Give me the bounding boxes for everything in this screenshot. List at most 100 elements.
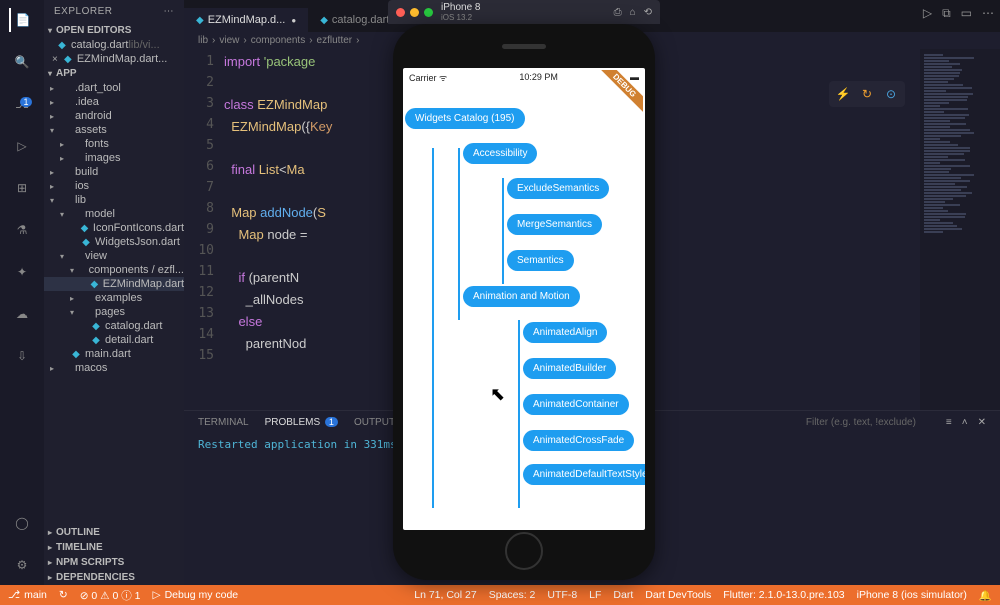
- tree-item[interactable]: ◆EZMindMap.dart: [44, 277, 184, 291]
- chevron-up-icon[interactable]: ˄: [962, 417, 968, 428]
- open-editors-section[interactable]: OPEN EDITORS: [44, 23, 184, 38]
- ios-status-bar: Carrier ᯤ 10:29 PM ▬: [403, 68, 645, 86]
- tree-item[interactable]: ▾lib: [44, 193, 184, 207]
- split-icon[interactable]: ⧉: [942, 6, 951, 21]
- tree-item[interactable]: ▸macos: [44, 361, 184, 375]
- devtools[interactable]: Dart DevTools: [645, 589, 711, 602]
- mindmap-node[interactable]: AnimatedAlign: [523, 322, 607, 343]
- panel-settings-icon[interactable]: ≡: [946, 417, 952, 428]
- tree-item[interactable]: ▸images: [44, 151, 184, 165]
- open-editor-item[interactable]: ×◆EZMindMap.dart...: [44, 52, 184, 66]
- mindmap-node[interactable]: AnimatedCrossFade: [523, 430, 634, 451]
- more-icon[interactable]: ⋯: [982, 6, 994, 21]
- test-icon[interactable]: ⚗: [10, 218, 34, 242]
- tree-item[interactable]: ◆main.dart: [44, 347, 184, 361]
- flutter-icon[interactable]: ✦: [10, 260, 34, 284]
- account-icon[interactable]: ◯: [10, 511, 34, 535]
- sim-subtitle: iOS 13.2: [441, 13, 606, 22]
- outline-section[interactable]: OUTLINE: [44, 525, 184, 540]
- tab-problems[interactable]: PROBLEMS 1: [265, 415, 338, 430]
- mindmap-node[interactable]: AnimatedContainer: [523, 394, 629, 415]
- speaker: [502, 44, 546, 49]
- minimap[interactable]: [920, 49, 1000, 410]
- debug-target[interactable]: ▷ Debug my code: [153, 589, 239, 601]
- mindmap-view[interactable]: Widgets Catalog (195) Accessibility Exclud…: [403, 86, 645, 530]
- mindmap-node[interactable]: Widgets Catalog (195): [405, 108, 525, 129]
- phone-frame: Carrier ᯤ 10:29 PM ▬ Widgets Catalog (19…: [393, 24, 655, 580]
- mindmap-node[interactable]: Animation and Motion: [463, 286, 580, 307]
- device[interactable]: iPhone 8 (ios simulator): [857, 589, 967, 602]
- sidebar: EXPLORER ⋯ OPEN EDITORS ◆catalog.dart li…: [44, 0, 184, 585]
- home-icon[interactable]: ⌂: [630, 7, 636, 18]
- tab-terminal[interactable]: TERMINAL: [198, 415, 249, 430]
- mindmap-node[interactable]: ExcludeSemantics: [507, 178, 609, 199]
- hot-reload-icon[interactable]: ⚡: [832, 84, 854, 104]
- settings-icon[interactable]: ⚙: [10, 553, 34, 577]
- sim-title: iPhone 8: [441, 2, 606, 13]
- more-icon[interactable]: ⋯: [164, 6, 175, 17]
- sidebar-title: EXPLORER: [54, 6, 112, 17]
- extensions-icon[interactable]: ⊞: [10, 176, 34, 200]
- tree-item[interactable]: ▸fonts: [44, 137, 184, 151]
- mindmap-node[interactable]: AnimatedDefaultTextStyle: [523, 464, 645, 485]
- tree-item[interactable]: ◆WidgetsJson.dart: [44, 235, 184, 249]
- editor-tab[interactable]: ◆EZMindMap.d...: [184, 8, 308, 32]
- branch-indicator[interactable]: ⎇ main: [8, 589, 47, 601]
- activity-bar: 📄 🔍 ⎇1 ▷ ⊞ ⚗ ✦ ☁ ⇩ ◯ ⚙: [0, 0, 44, 585]
- scm-icon[interactable]: ⎇1: [10, 92, 34, 116]
- tree-item[interactable]: ▸android: [44, 109, 184, 123]
- tree-item[interactable]: ▾assets: [44, 123, 184, 137]
- tree-item[interactable]: ▾pages: [44, 305, 184, 319]
- screenshot-icon[interactable]: ⎙: [614, 7, 622, 18]
- npm-section[interactable]: NPM SCRIPTS: [44, 555, 184, 570]
- tree-item[interactable]: ▸.idea: [44, 95, 184, 109]
- hot-restart-icon[interactable]: ↻: [856, 84, 878, 104]
- flutter-version[interactable]: Flutter: 2.1.0-13.0.pre.103: [723, 589, 844, 602]
- tree-item[interactable]: ◆detail.dart: [44, 333, 184, 347]
- debug-icon[interactable]: ▷: [10, 134, 34, 158]
- eol[interactable]: LF: [589, 589, 601, 602]
- rotate-icon[interactable]: ⟲: [644, 7, 652, 18]
- bell-icon[interactable]: 🔔: [979, 589, 992, 602]
- explorer-icon[interactable]: 📄: [9, 8, 33, 32]
- close-icon[interactable]: ✕: [978, 417, 986, 428]
- run-icon[interactable]: ▷: [923, 6, 932, 21]
- ios-simulator: iPhone 8 iOS 13.2 ⎙ ⌂ ⟲ Carrier ᯤ 10:29 …: [388, 0, 660, 580]
- mindmap-node[interactable]: AnimatedBuilder: [523, 358, 616, 379]
- timeline-section[interactable]: TIMELINE: [44, 540, 184, 555]
- inspect-icon[interactable]: ⊙: [880, 84, 902, 104]
- language[interactable]: Dart: [613, 589, 633, 602]
- home-button[interactable]: [505, 532, 543, 570]
- cursor-pos[interactable]: Ln 71, Col 27: [414, 589, 476, 602]
- layout-icon[interactable]: ▭: [961, 6, 972, 21]
- deps-section[interactable]: DEPENDENCIES: [44, 570, 184, 585]
- simulator-titlebar[interactable]: iPhone 8 iOS 13.2 ⎙ ⌂ ⟲: [388, 0, 660, 24]
- tree-item[interactable]: ▾components / ezfl...: [44, 263, 184, 277]
- search-icon[interactable]: 🔍: [10, 50, 34, 74]
- filter-input[interactable]: Filter (e.g. text, !exclude): [806, 417, 916, 428]
- mindmap-node[interactable]: Accessibility: [463, 143, 537, 164]
- tree-item[interactable]: ▸ios: [44, 179, 184, 193]
- diagnostics[interactable]: ⊘ 0 ⚠ 0 ⓘ 1: [80, 588, 141, 603]
- app-section[interactable]: APP: [44, 66, 184, 81]
- tree-item[interactable]: ◆IconFontIcons.dart: [44, 221, 184, 235]
- phone-screen[interactable]: Carrier ᯤ 10:29 PM ▬ Widgets Catalog (19…: [403, 68, 645, 530]
- mindmap-node[interactable]: MergeSemantics: [507, 214, 602, 235]
- traffic-lights[interactable]: [396, 8, 433, 17]
- editor-actions: ▷ ⧉ ▭ ⋯: [923, 6, 994, 21]
- open-editor-item[interactable]: ◆catalog.dart lib/vi...: [44, 38, 184, 52]
- tree-item[interactable]: ▾model: [44, 207, 184, 221]
- download-icon[interactable]: ⇩: [10, 344, 34, 368]
- cloud-icon[interactable]: ☁: [10, 302, 34, 326]
- tree-item[interactable]: ▸examples: [44, 291, 184, 305]
- mindmap-node[interactable]: Semantics: [507, 250, 574, 271]
- tree-item[interactable]: ▸.dart_tool: [44, 81, 184, 95]
- status-bar: ⎇ main ↻ ⊘ 0 ⚠ 0 ⓘ 1 ▷ Debug my code Ln …: [0, 585, 1000, 605]
- tree-item[interactable]: ▾view: [44, 249, 184, 263]
- tree-item[interactable]: ▸build: [44, 165, 184, 179]
- sync-icon[interactable]: ↻: [59, 589, 68, 601]
- tree-item[interactable]: ◆catalog.dart: [44, 319, 184, 333]
- indent[interactable]: Spaces: 2: [489, 589, 536, 602]
- encoding[interactable]: UTF-8: [547, 589, 577, 602]
- flutter-toolbar: ⚡ ↻ ⊙: [829, 81, 905, 107]
